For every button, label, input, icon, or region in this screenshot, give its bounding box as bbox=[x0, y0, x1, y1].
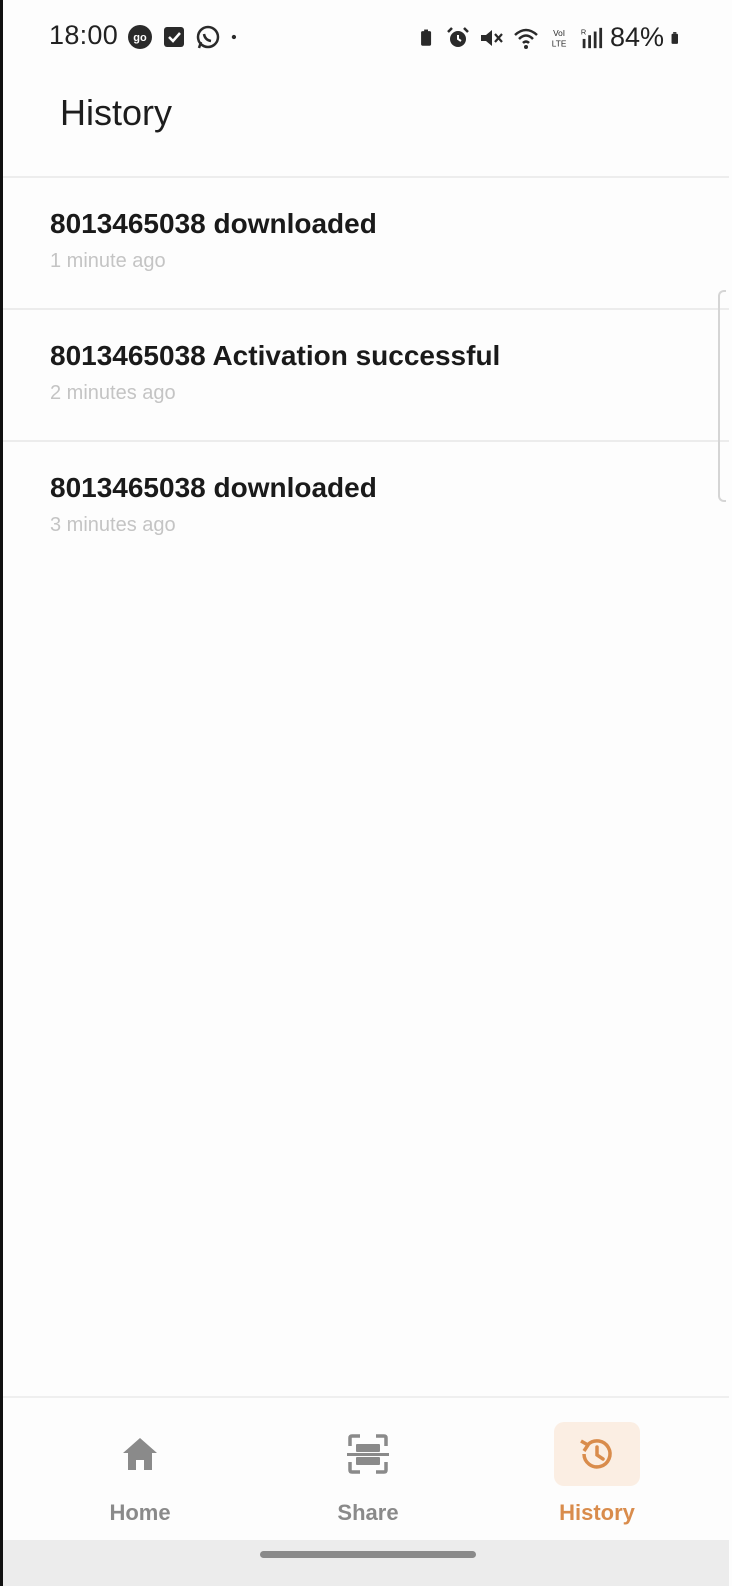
volte-icon: VoI LTE bbox=[552, 28, 567, 48]
svg-text:LTE: LTE bbox=[552, 38, 567, 48]
battery-icon bbox=[671, 31, 678, 44]
nav-icon-wrap bbox=[97, 1422, 183, 1486]
nav-item-share[interactable]: Share bbox=[308, 1422, 428, 1526]
history-item-time: 3 minutes ago bbox=[50, 514, 176, 536]
nav-icon-wrap bbox=[554, 1422, 640, 1486]
app-header: History bbox=[3, 78, 729, 178]
gesture-area bbox=[3, 1540, 729, 1586]
history-icon bbox=[580, 1439, 612, 1469]
history-item-time: 1 minute ago bbox=[50, 250, 166, 272]
history-item[interactable]: 8013465038 Activation successful 2 minut… bbox=[3, 310, 729, 442]
nav-label-home: Home bbox=[109, 1500, 171, 1525]
home-icon bbox=[123, 1438, 157, 1470]
home-gesture-bar[interactable] bbox=[260, 1551, 476, 1558]
mute-icon bbox=[480, 29, 503, 46]
nav-label-share: Share bbox=[337, 1500, 399, 1525]
history-item-title: 8013465038 downloaded bbox=[50, 208, 377, 239]
dot-icon bbox=[231, 34, 237, 40]
history-item-time: 2 minutes ago bbox=[50, 382, 176, 404]
nav-icon-wrap bbox=[325, 1422, 411, 1486]
history-item[interactable]: 8013465038 downloaded 3 minutes ago bbox=[3, 442, 729, 574]
svg-text:go: go bbox=[133, 32, 147, 44]
svg-text:R: R bbox=[581, 27, 586, 36]
status-time: 18:00 bbox=[49, 20, 119, 50]
history-list: 8013465038 downloaded 1 minute ago 80134… bbox=[3, 178, 729, 574]
signal-icon: R bbox=[581, 27, 603, 48]
history-item-title: 8013465038 Activation successful bbox=[50, 340, 501, 371]
bottom-nav: Home Share History bbox=[3, 1396, 729, 1542]
scroll-indicator[interactable] bbox=[718, 290, 726, 502]
check-square-icon bbox=[164, 27, 184, 47]
svg-text:VoI: VoI bbox=[553, 28, 565, 38]
screen: 18:00 go VoI LTE R 84% History 801346503… bbox=[0, 0, 729, 1586]
whatsapp-icon bbox=[196, 25, 220, 49]
go-badge-icon: go bbox=[128, 25, 152, 49]
nav-label-history: History bbox=[559, 1500, 635, 1525]
page-title: History bbox=[60, 92, 173, 133]
status-left-icons: go bbox=[127, 24, 245, 50]
alarm-icon bbox=[447, 26, 469, 47]
status-right: VoI LTE R 84% bbox=[418, 22, 685, 53]
scan-icon bbox=[347, 1434, 389, 1474]
history-item[interactable]: 8013465038 downloaded 1 minute ago bbox=[3, 178, 729, 310]
wifi-icon bbox=[514, 28, 538, 49]
history-item-title: 8013465038 downloaded bbox=[50, 472, 377, 503]
battery-percentage: 84% bbox=[609, 22, 664, 52]
nav-item-history[interactable]: History bbox=[537, 1422, 657, 1526]
battery-saver-icon bbox=[421, 29, 432, 46]
status-bar: 18:00 go VoI LTE R 84% bbox=[3, 0, 729, 78]
nav-item-home[interactable]: Home bbox=[80, 1422, 200, 1526]
